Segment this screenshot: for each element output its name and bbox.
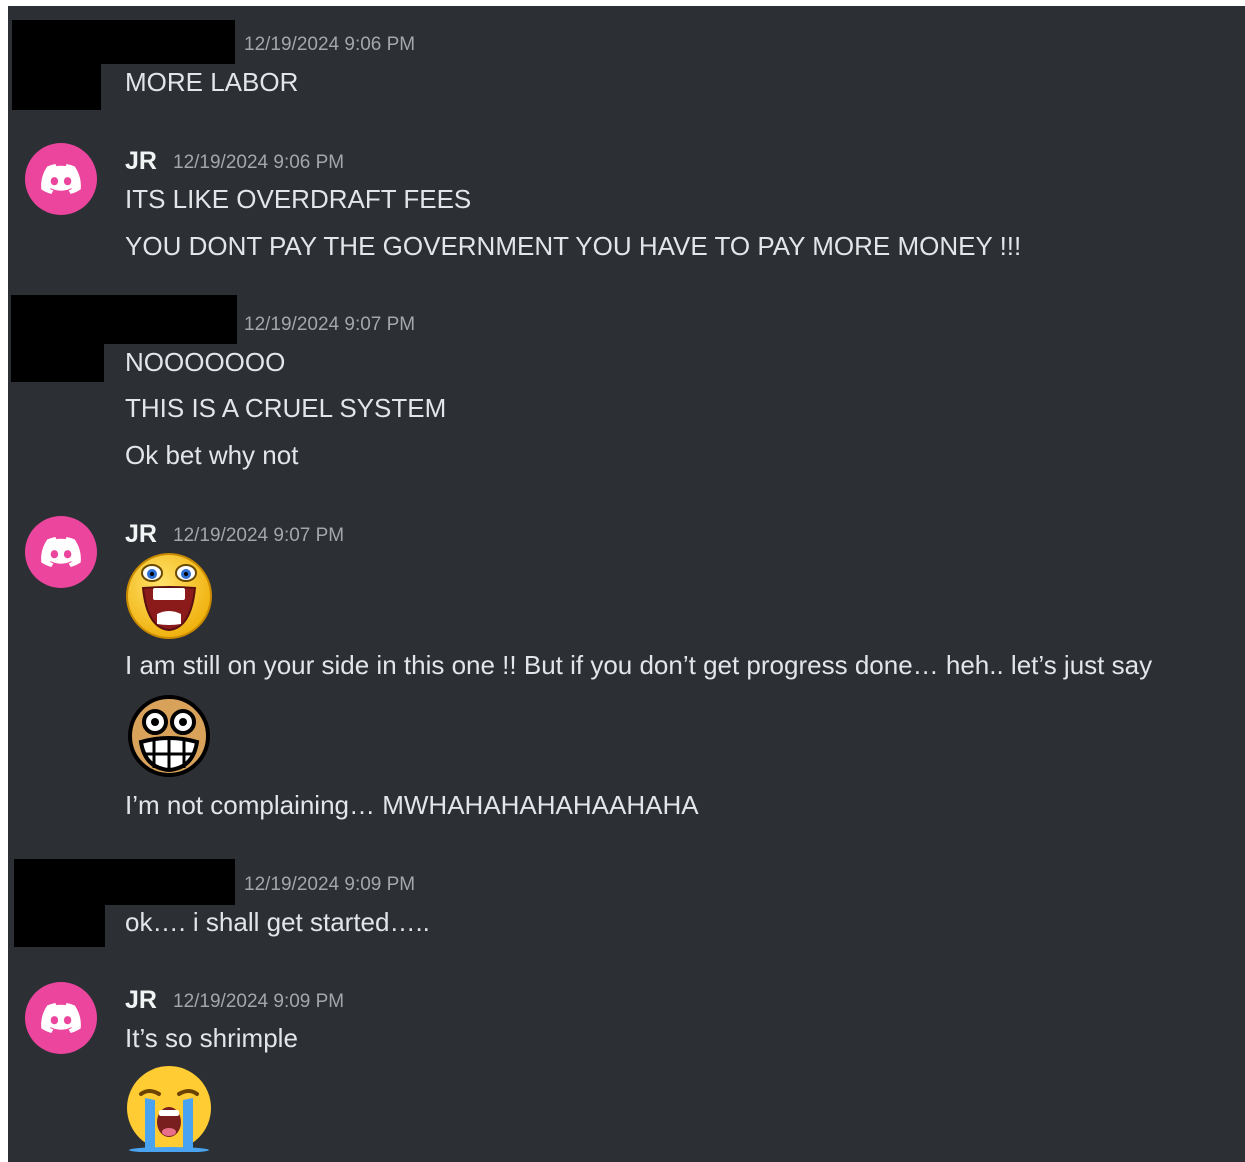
grinning-nerd-face-emoji xyxy=(128,695,210,777)
message-text: MORE LABOR xyxy=(125,67,299,97)
message-text: YOU DONT PAY THE GOVERNMENT YOU HAVE TO … xyxy=(125,231,1022,261)
message-text: ITS LIKE OVERDRAFT FEES xyxy=(125,184,472,214)
message-text: I’m not complaining… MWHAHAHAHAHAAHAHA xyxy=(125,790,699,820)
author-name[interactable]: JR xyxy=(125,520,157,549)
message-timestamp: 12/19/2024 9:07 PM xyxy=(173,525,345,546)
message-timestamp: 12/19/2024 9:06 PM xyxy=(173,152,345,173)
author-name[interactable]: JR xyxy=(125,986,157,1015)
message-timestamp: 12/19/2024 9:09 PM xyxy=(173,991,345,1012)
message-text: Ok bet why not xyxy=(125,440,299,470)
author-name[interactable]: JR xyxy=(125,147,157,176)
message-text: It’s so shrimple xyxy=(125,1023,298,1053)
chat-log: 12/19/2024 9:06 PM MORE LABOR JR 12/19/2… xyxy=(8,6,1245,1162)
avatar[interactable] xyxy=(25,143,97,215)
discord-logo-icon xyxy=(41,1003,81,1033)
message-text: THIS IS A CRUEL SYSTEM xyxy=(125,393,447,423)
redacted-author-name xyxy=(12,20,235,64)
message-timestamp: 12/19/2024 9:07 PM xyxy=(244,314,416,335)
message-text: NOOOOOOO xyxy=(125,347,286,377)
message-timestamp: 12/19/2024 9:06 PM xyxy=(244,34,416,55)
message-timestamp: 12/19/2024 9:09 PM xyxy=(244,874,416,895)
redacted-author-name xyxy=(14,859,235,905)
message-text: I am still on your side in this one !! B… xyxy=(125,650,1153,680)
avatar[interactable] xyxy=(25,516,97,588)
laughing-face-emoji xyxy=(126,553,212,639)
message-text: ok…. i shall get started….. xyxy=(125,907,430,937)
redacted-author-name xyxy=(11,295,237,344)
loudly-crying-face-emoji xyxy=(127,1066,211,1152)
discord-logo-icon xyxy=(41,164,81,194)
avatar[interactable] xyxy=(25,982,97,1054)
discord-logo-icon xyxy=(41,537,81,567)
